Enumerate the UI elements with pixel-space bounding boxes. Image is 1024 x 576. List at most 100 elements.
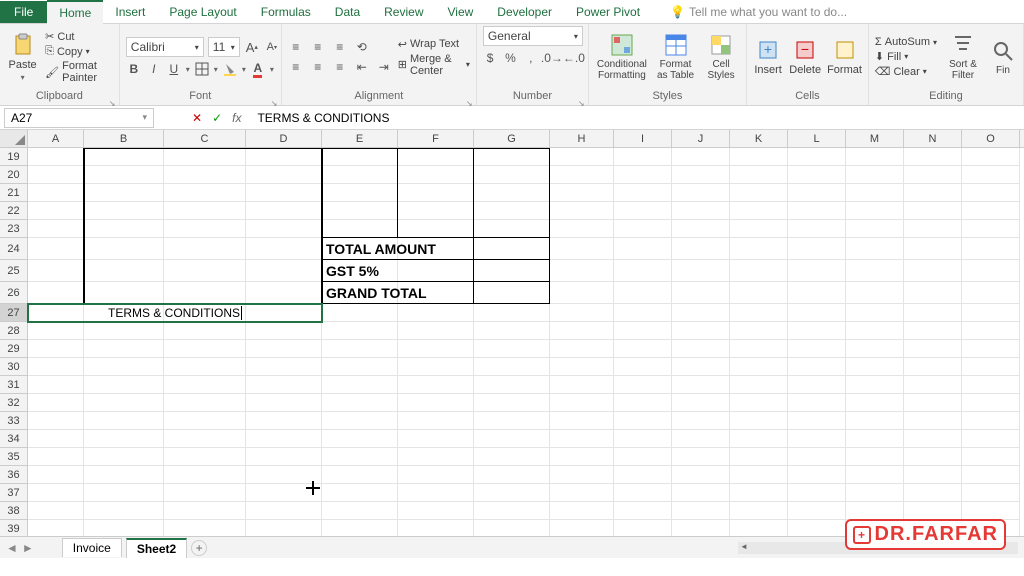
name-box[interactable]: A27 ▾: [4, 108, 154, 128]
row-header-39[interactable]: 39: [0, 520, 28, 536]
tab-file[interactable]: File: [0, 1, 47, 23]
select-all-corner[interactable]: [0, 130, 28, 147]
align-top-icon[interactable]: ≡: [288, 39, 304, 55]
row-header-27[interactable]: 27: [0, 304, 28, 322]
orientation-icon[interactable]: ⟲: [354, 39, 370, 55]
cut-button[interactable]: ✂Cut: [45, 30, 113, 43]
col-header-J[interactable]: J: [672, 130, 730, 147]
merge-center-button[interactable]: ⊞Merge & Center▾: [398, 53, 470, 77]
cell-gst-val[interactable]: [474, 260, 550, 282]
row-header-22[interactable]: 22: [0, 202, 28, 220]
align-left-icon[interactable]: ≡: [288, 59, 304, 75]
row-header-30[interactable]: 30: [0, 358, 28, 376]
fill-color-button[interactable]: [222, 61, 238, 77]
number-format-select[interactable]: General▾: [483, 26, 583, 46]
font-color-button[interactable]: A: [250, 61, 266, 77]
dialog-launcher-icon[interactable]: [578, 95, 586, 103]
tab-developer[interactable]: Developer: [485, 1, 564, 23]
clear-button[interactable]: ⌫Clear▾: [875, 65, 937, 78]
row-header-37[interactable]: 37: [0, 484, 28, 502]
align-middle-icon[interactable]: ≡: [310, 39, 326, 55]
copy-button[interactable]: ⎘Copy▾: [45, 45, 113, 58]
tab-power-pivot[interactable]: Power Pivot: [564, 1, 652, 23]
tab-page-layout[interactable]: Page Layout: [157, 1, 248, 23]
row-header-31[interactable]: 31: [0, 376, 28, 394]
row-header-20[interactable]: 20: [0, 166, 28, 184]
sep-ef[interactable]: [322, 148, 398, 238]
borders-button[interactable]: [194, 61, 210, 77]
sep-fg[interactable]: [398, 148, 474, 238]
row-header-38[interactable]: 38: [0, 502, 28, 520]
col-header-H[interactable]: H: [550, 130, 614, 147]
decrease-decimal-icon[interactable]: ←.0: [566, 50, 582, 66]
sheet-tab-invoice[interactable]: Invoice: [62, 538, 122, 557]
col-header-K[interactable]: K: [730, 130, 788, 147]
font-name-select[interactable]: Calibri▾: [126, 37, 204, 57]
sort-filter-button[interactable]: Sort & Filter: [943, 33, 983, 81]
col-header-B[interactable]: B: [84, 130, 164, 147]
row-header-23[interactable]: 23: [0, 220, 28, 238]
row-header-36[interactable]: 36: [0, 466, 28, 484]
decrease-font-icon[interactable]: A▾: [264, 39, 280, 55]
decrease-indent-icon[interactable]: ⇤: [354, 59, 370, 75]
delete-cells-button[interactable]: − Delete: [789, 38, 821, 76]
fill-button[interactable]: ⬇Fill▾: [875, 50, 937, 63]
col-header-C[interactable]: C: [164, 130, 246, 147]
tab-home[interactable]: Home: [47, 0, 103, 24]
insert-function-button[interactable]: fx: [232, 111, 241, 125]
col-a-border[interactable]: [28, 148, 84, 304]
paste-button[interactable]: Paste ▾: [6, 33, 39, 82]
dialog-launcher-icon[interactable]: [109, 95, 117, 103]
enter-formula-button[interactable]: ✓: [212, 111, 222, 125]
cells-area[interactable]: TOTAL AMOUNTGST 5%GRAND TOTALTERMS & CON…: [28, 148, 1024, 536]
row-header-29[interactable]: 29: [0, 340, 28, 358]
align-center-icon[interactable]: ≡: [310, 59, 326, 75]
col-header-O[interactable]: O: [962, 130, 1020, 147]
increase-indent-icon[interactable]: ⇥: [376, 59, 392, 75]
tab-data[interactable]: Data: [323, 1, 372, 23]
sheet-tab-sheet2[interactable]: Sheet2: [126, 538, 187, 558]
row-header-32[interactable]: 32: [0, 394, 28, 412]
font-size-select[interactable]: 11▾: [208, 37, 240, 57]
row-header-28[interactable]: 28: [0, 322, 28, 340]
cell-styles-button[interactable]: Cell Styles: [702, 33, 740, 81]
row-header-19[interactable]: 19: [0, 148, 28, 166]
accounting-format-icon[interactable]: $: [483, 50, 497, 66]
comma-format-icon[interactable]: ,: [524, 50, 538, 66]
row-header-34[interactable]: 34: [0, 430, 28, 448]
autosum-button[interactable]: ΣAutoSum▾: [875, 36, 937, 48]
percent-format-icon[interactable]: %: [503, 50, 517, 66]
align-bottom-icon[interactable]: ≡: [332, 39, 348, 55]
format-as-table-button[interactable]: Format as Table: [655, 33, 696, 81]
add-sheet-button[interactable]: +: [191, 540, 207, 556]
cancel-formula-button[interactable]: ✕: [192, 111, 202, 125]
insert-cells-button[interactable]: + Insert: [753, 38, 783, 76]
dialog-launcher-icon[interactable]: [271, 95, 279, 103]
increase-font-icon[interactable]: A▴: [244, 39, 260, 55]
row-header-35[interactable]: 35: [0, 448, 28, 466]
tab-formulas[interactable]: Formulas: [249, 1, 323, 23]
format-painter-button[interactable]: 🖌Format Painter: [45, 60, 113, 84]
tell-me-search[interactable]: 💡 Tell me what you want to do...: [670, 5, 847, 19]
dialog-launcher-icon[interactable]: [466, 95, 474, 103]
col-header-E[interactable]: E: [322, 130, 398, 147]
increase-decimal-icon[interactable]: .0→: [544, 50, 560, 66]
sheet-nav-next-icon[interactable]: ►: [22, 541, 34, 555]
cell-total-amount-val[interactable]: [474, 238, 550, 260]
tab-insert[interactable]: Insert: [103, 1, 157, 23]
sheet-nav-prev-icon[interactable]: ◄: [6, 541, 18, 555]
conditional-formatting-button[interactable]: Conditional Formatting: [595, 33, 649, 81]
col-header-G[interactable]: G: [474, 130, 550, 147]
col-header-L[interactable]: L: [788, 130, 846, 147]
wrap-text-button[interactable]: ↩Wrap Text: [398, 38, 470, 51]
row-header-24[interactable]: 24: [0, 238, 28, 260]
align-right-icon[interactable]: ≡: [332, 59, 348, 75]
col-header-N[interactable]: N: [904, 130, 962, 147]
italic-button[interactable]: I: [146, 61, 162, 77]
col-header-I[interactable]: I: [614, 130, 672, 147]
col-header-A[interactable]: A: [28, 130, 84, 147]
col-header-F[interactable]: F: [398, 130, 474, 147]
block-left[interactable]: [84, 148, 322, 304]
row-header-21[interactable]: 21: [0, 184, 28, 202]
row-header-33[interactable]: 33: [0, 412, 28, 430]
